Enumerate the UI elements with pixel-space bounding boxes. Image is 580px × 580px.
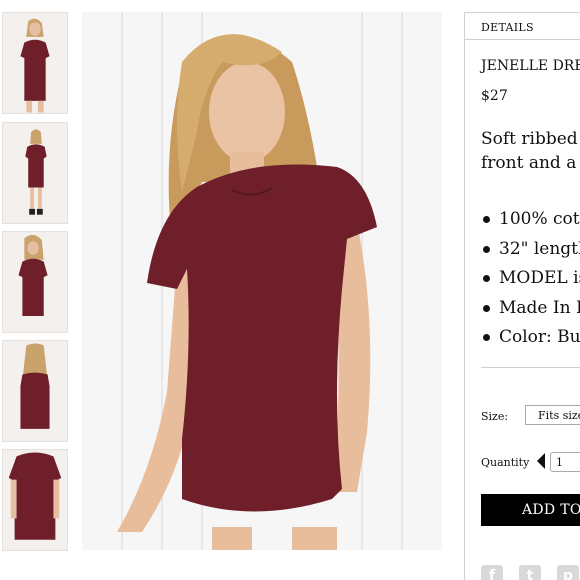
size-select[interactable]: Fits size	[525, 405, 580, 425]
main-product-photo	[82, 12, 442, 550]
product-price: $27	[481, 88, 508, 104]
bullet-icon	[483, 275, 490, 282]
facebook-icon[interactable]: f	[481, 565, 503, 580]
product-details-panel: DETAILS JENELLE DRES $27 Soft ribbed k f…	[464, 12, 580, 580]
tab-details[interactable]: DETAILS	[465, 12, 580, 40]
tab-details-label: DETAILS	[481, 21, 534, 34]
thumbnail-strip	[0, 0, 70, 580]
feature-item: Color: Bur	[481, 326, 580, 356]
pinterest-icon[interactable]: p	[557, 565, 579, 580]
feature-item: 100% cotto	[481, 208, 580, 238]
size-label: Size:	[481, 410, 509, 423]
divider	[481, 367, 580, 368]
feature-item: Made In It	[481, 297, 580, 327]
add-to-bag-button[interactable]: ADD TO	[481, 494, 580, 526]
quantity-label: Quantity	[481, 456, 530, 469]
feature-item: 32" length	[481, 238, 580, 268]
bullet-icon	[483, 334, 490, 341]
product-description: Soft ribbed k front and a s	[481, 127, 580, 175]
product-title: JENELLE DRES	[481, 58, 580, 74]
quantity-input[interactable]: 1	[550, 452, 580, 472]
product-thumbnail-5[interactable]	[2, 449, 68, 551]
product-thumbnail-3[interactable]	[2, 231, 68, 333]
feature-item: MODEL is	[481, 267, 580, 297]
bullet-icon	[483, 304, 490, 312]
feature-list: 100% cotto 32" length MODEL is Made In I…	[481, 208, 580, 356]
quantity-decrease-arrow-icon[interactable]	[537, 453, 545, 469]
product-thumbnail-4[interactable]	[2, 340, 68, 442]
description-line: front and a s	[481, 153, 580, 173]
product-thumbnail-2[interactable]	[2, 122, 68, 224]
bullet-icon	[483, 245, 490, 253]
product-thumbnail-1[interactable]	[2, 12, 68, 114]
twitter-icon[interactable]: t	[519, 565, 541, 580]
bullet-icon	[483, 216, 490, 223]
description-line: Soft ribbed k	[481, 129, 580, 149]
